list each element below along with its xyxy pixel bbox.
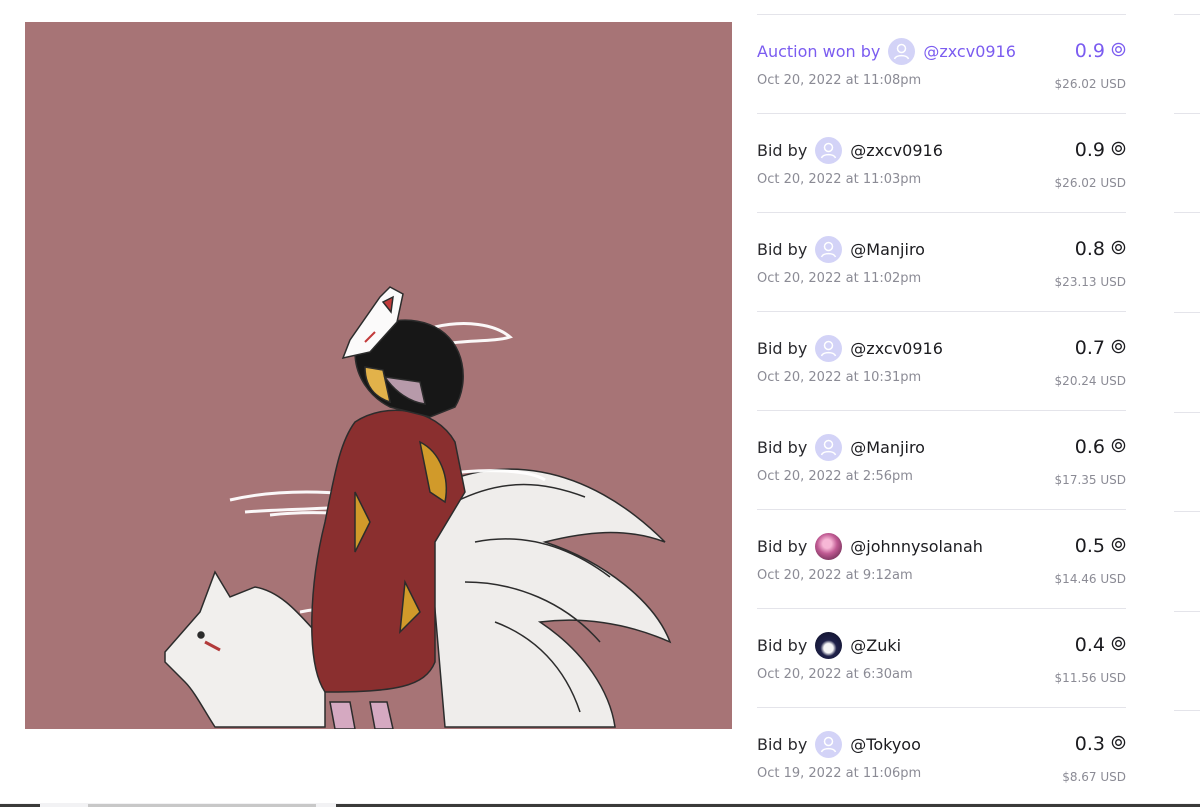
bid-usd-value: $26.02 USD bbox=[1054, 77, 1126, 91]
bidder-handle-link[interactable]: @Manjiro bbox=[850, 240, 925, 259]
bid-amount-value: 0.8 bbox=[1074, 238, 1105, 260]
bidder-info: Bid by @Manjiro bbox=[757, 235, 925, 263]
bidder-info: Bid by @Manjiro bbox=[757, 433, 925, 461]
bidder-info: Bid by @Zuki bbox=[757, 631, 901, 659]
bid-amount-value: 0.3 bbox=[1074, 733, 1105, 755]
bidder-handle-link[interactable]: @johnnysolanah bbox=[850, 537, 983, 556]
bidder-handle-link[interactable]: @Zuki bbox=[850, 636, 901, 655]
bid-history-list: Auction won by @zxcv0916 Oct 20, 2022 at 1… bbox=[757, 14, 1126, 807]
bid-timestamp: Oct 20, 2022 at 9:12am bbox=[757, 568, 913, 583]
bid-timestamp: Oct 19, 2022 at 11:06pm bbox=[757, 766, 922, 781]
user-avatar-icon[interactable] bbox=[815, 136, 843, 164]
bid-row: Bid by @johnnysolanah Oct 20, 2022 at 9:12… bbox=[757, 510, 1126, 609]
bid-amount-value: 0.9 bbox=[1074, 40, 1105, 62]
bidder-info: Bid by @johnnysolanah bbox=[757, 532, 983, 560]
bid-amount-value: 0.9 bbox=[1074, 139, 1105, 161]
bid-row: Bid by @Zuki Oct 20, 2022 at 6:30am 0.4 $11.… bbox=[757, 609, 1126, 708]
bid-amount-value: 0.6 bbox=[1074, 436, 1105, 458]
bid-amount-value: 0.7 bbox=[1074, 337, 1105, 359]
bid-timestamp: Oct 20, 2022 at 6:30am bbox=[757, 667, 913, 682]
bid-usd-value: $8.67 USD bbox=[1062, 770, 1126, 784]
user-avatar-icon[interactable] bbox=[815, 532, 843, 560]
bid-row: Bid by @Tokyoo Oct 19, 2022 at 11:06pm 0.3 $… bbox=[757, 708, 1126, 807]
bid-label: Bid by bbox=[757, 635, 808, 655]
bid-label: Bid by bbox=[757, 536, 808, 556]
bidder-info: Bid by @zxcv0916 bbox=[757, 136, 943, 164]
bidder-handle-link[interactable]: @Manjiro bbox=[850, 438, 925, 457]
bid-amount: 0.4 bbox=[1075, 634, 1126, 656]
bidder-handle-link[interactable]: @zxcv0916 bbox=[850, 339, 943, 358]
bid-usd-value: $23.13 USD bbox=[1054, 275, 1126, 289]
bid-label: Bid by bbox=[757, 734, 808, 754]
bidder-handle-link[interactable]: @Tokyoo bbox=[850, 735, 921, 754]
user-avatar-icon[interactable] bbox=[888, 37, 916, 65]
user-avatar-icon[interactable] bbox=[815, 730, 843, 758]
bid-usd-value: $20.24 USD bbox=[1054, 374, 1126, 388]
solana-coin-icon bbox=[1105, 238, 1126, 260]
bid-amount: 0.5 bbox=[1075, 535, 1126, 557]
bid-amount: 0.3 bbox=[1075, 733, 1126, 755]
solana-coin-icon bbox=[1105, 733, 1126, 755]
bid-amount-value: 0.4 bbox=[1074, 634, 1105, 656]
user-avatar-icon[interactable] bbox=[815, 631, 843, 659]
solana-coin-icon bbox=[1105, 535, 1126, 557]
bid-usd-value: $26.02 USD bbox=[1054, 176, 1126, 190]
bid-timestamp: Oct 20, 2022 at 11:03pm bbox=[757, 172, 922, 187]
bid-usd-value: $11.56 USD bbox=[1054, 671, 1126, 685]
bidder-handle-link[interactable]: @zxcv0916 bbox=[850, 141, 943, 160]
bid-amount: 0.7 bbox=[1075, 337, 1126, 359]
auction-winner-row: Auction won by @zxcv0916 Oct 20, 2022 at 1… bbox=[757, 15, 1126, 114]
user-avatar-icon[interactable] bbox=[815, 235, 843, 263]
bidder-handle-link[interactable]: @zxcv0916 bbox=[923, 42, 1016, 61]
bid-row: Bid by @zxcv0916 Oct 20, 2022 at 11:03pm 0.… bbox=[757, 114, 1126, 213]
bid-timestamp: Oct 20, 2022 at 10:31pm bbox=[757, 370, 922, 385]
user-avatar-icon[interactable] bbox=[815, 334, 843, 362]
bidder-info: Bid by @zxcv0916 bbox=[757, 334, 943, 362]
bid-timestamp: Oct 20, 2022 at 11:08pm bbox=[757, 73, 922, 88]
bid-amount: 0.8 bbox=[1075, 238, 1126, 260]
solana-coin-icon bbox=[1105, 139, 1126, 161]
bid-row: Bid by @zxcv0916 Oct 20, 2022 at 10:31pm 0.… bbox=[757, 312, 1126, 411]
solana-coin-icon bbox=[1105, 337, 1126, 359]
bidder-info: Bid by @Tokyoo bbox=[757, 730, 921, 758]
bid-timestamp: Oct 20, 2022 at 11:02pm bbox=[757, 271, 922, 286]
bid-label: Bid by bbox=[757, 437, 808, 457]
bid-usd-value: $17.35 USD bbox=[1054, 473, 1126, 487]
bid-usd-value: $14.46 USD bbox=[1054, 572, 1126, 586]
solana-coin-icon bbox=[1105, 40, 1126, 62]
bid-label: Bid by bbox=[757, 239, 808, 259]
bid-row: Bid by @Manjiro Oct 20, 2022 at 2:56pm 0.6 $… bbox=[757, 411, 1126, 510]
bid-amount-value: 0.5 bbox=[1074, 535, 1105, 557]
fox-mask-illustration bbox=[25, 22, 732, 729]
bid-row: Bid by @Manjiro Oct 20, 2022 at 11:02pm 0.8… bbox=[757, 213, 1126, 312]
user-avatar-icon[interactable] bbox=[815, 433, 843, 461]
artwork-image[interactable] bbox=[25, 22, 732, 729]
solana-coin-icon bbox=[1105, 436, 1126, 458]
bid-label: Bid by bbox=[757, 338, 808, 358]
bid-label: Bid by bbox=[757, 140, 808, 160]
solana-coin-icon bbox=[1105, 634, 1126, 656]
bid-amount: 0.9 bbox=[1075, 40, 1126, 62]
bid-amount: 0.9 bbox=[1075, 139, 1126, 161]
bid-timestamp: Oct 20, 2022 at 2:56pm bbox=[757, 469, 913, 484]
bid-label: Auction won by bbox=[757, 41, 881, 61]
bottom-scroll-edge bbox=[0, 803, 1200, 807]
bid-amount: 0.6 bbox=[1075, 436, 1126, 458]
bidder-info: Auction won by @zxcv0916 bbox=[757, 37, 1016, 65]
